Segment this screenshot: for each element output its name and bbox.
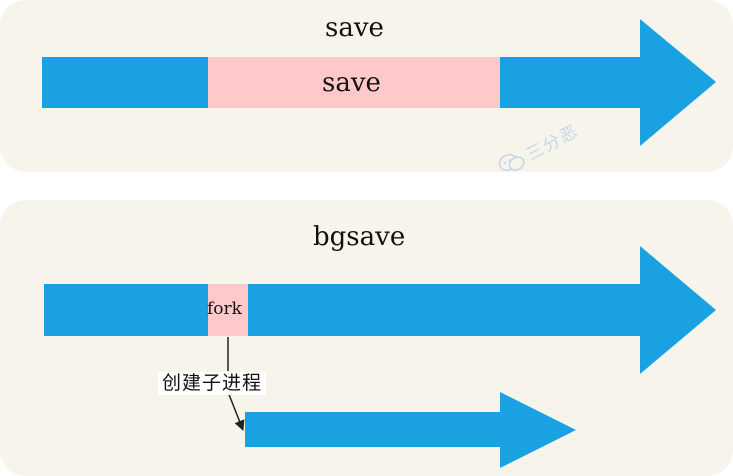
diagram-stage: save save bgsave fork 创建子进程 三分恶 <box>0 0 733 476</box>
save-block-label: save <box>322 68 381 98</box>
child-process-arrow <box>245 392 576 468</box>
fork-pointer-arrow <box>227 391 245 431</box>
create-child-process-label: 创建子进程 <box>158 372 267 395</box>
bgsave-main-timeline-arrow <box>44 246 716 374</box>
save-title: save <box>325 13 384 43</box>
fork-label: fork <box>207 299 242 319</box>
bgsave-title: bgsave <box>313 222 406 252</box>
